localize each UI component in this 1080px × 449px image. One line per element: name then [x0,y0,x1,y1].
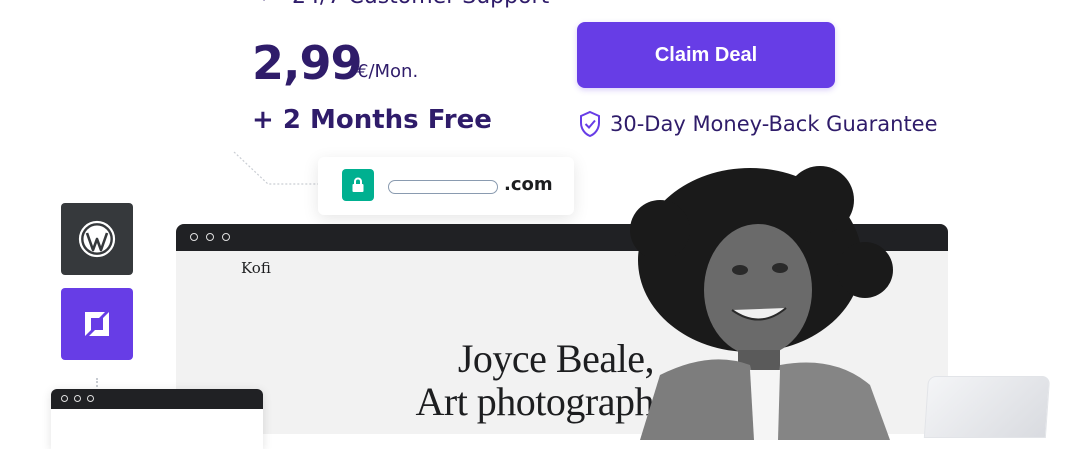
money-back-guarantee: 30-Day Money-Back Guarantee [578,110,938,138]
portrait-photo [630,166,893,440]
hero-line: Joyce Beale, [457,336,655,381]
hero-title: Joyce Beale, Art photograph [414,337,654,423]
guarantee-text: 30-Day Money-Back Guarantee [610,112,938,136]
hero-line: Art photograph [415,379,654,424]
laptop-image [923,376,1051,438]
lock-icon [342,169,374,201]
domain-input[interactable] [388,180,498,194]
window-dot [190,233,198,241]
connector-line [233,151,318,185]
browser-title-bar [51,389,263,409]
claim-deal-button[interactable]: Claim Deal [577,22,835,88]
bonus-months: + 2 Months Free [252,105,492,135]
wordpress-icon [78,220,116,258]
window-dot [222,233,230,241]
window-dot [61,395,68,402]
window-dot [74,395,81,402]
website-builder-tile[interactable] [61,288,133,360]
domain-tld: .com [504,174,553,195]
builder-logo-icon [85,312,109,336]
price-period: €/Mon. [357,61,419,82]
site-logo: Kofi [241,259,271,277]
shield-check-icon [580,110,600,138]
wordpress-tile[interactable] [61,203,133,275]
price-amount: 2,99 [252,36,362,90]
domain-card: .com [318,157,574,215]
window-dot [87,395,94,402]
window-dot [206,233,214,241]
secondary-website-preview [51,389,263,449]
feature-item-support: 24/7 Customer Support [258,0,549,9]
feature-label: 24/7 Customer Support [292,0,549,9]
